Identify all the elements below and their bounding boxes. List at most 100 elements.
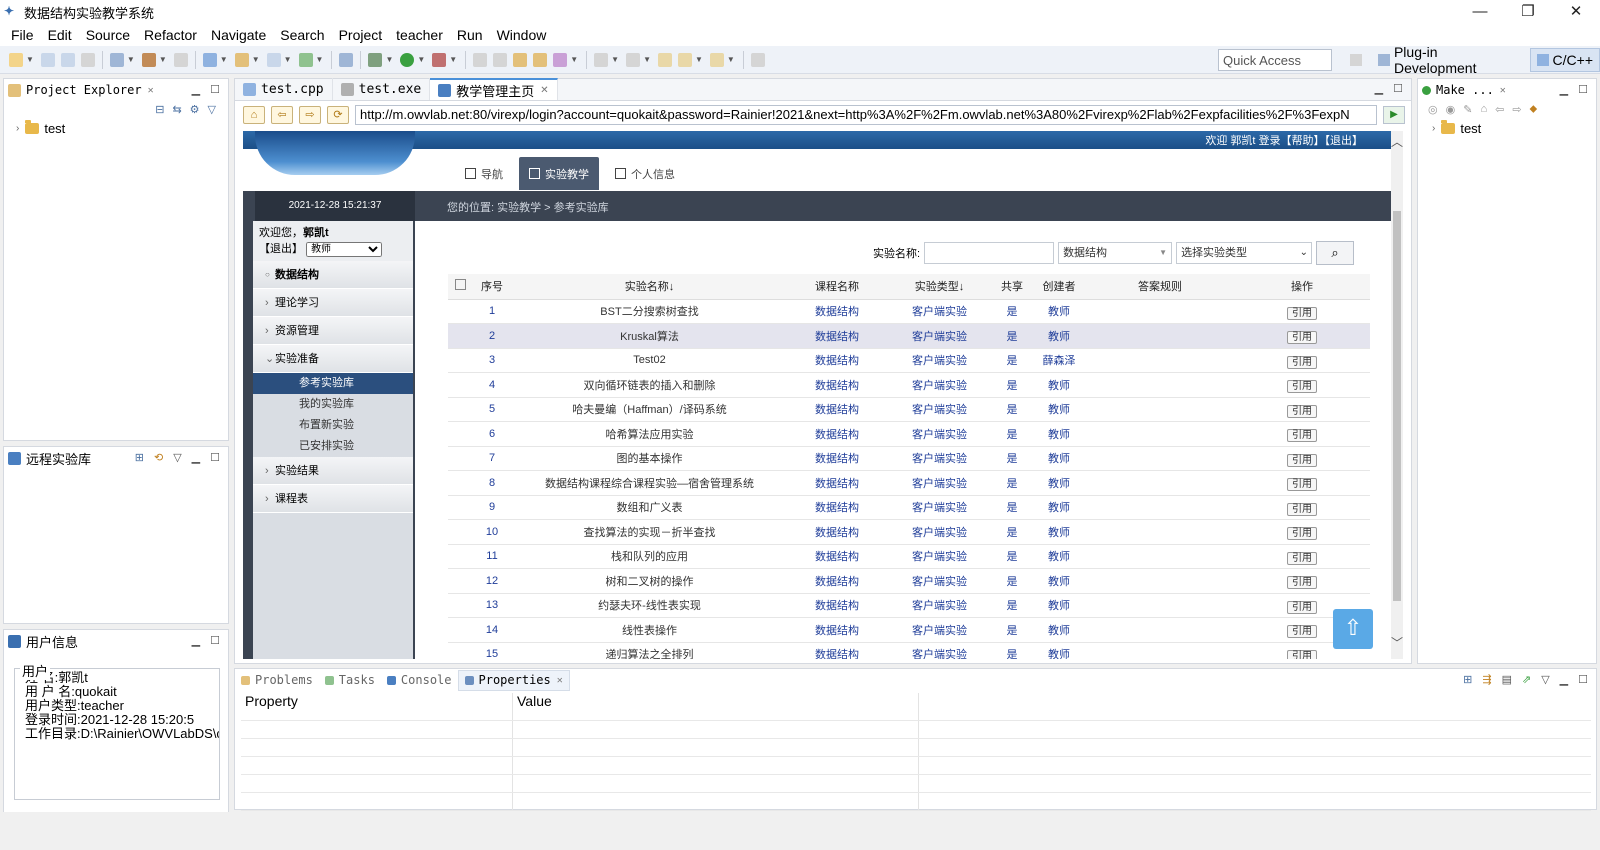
- minimize-icon[interactable]: ▁: [192, 634, 200, 647]
- sidebar-sub-my-lib[interactable]: 我的实验库: [253, 394, 413, 415]
- new-class-icon[interactable]: [202, 52, 217, 67]
- sidebar-item-preparation[interactable]: 实验准备: [253, 345, 413, 373]
- tab-problems[interactable]: Problems: [235, 673, 319, 687]
- row-name[interactable]: BST二分搜索树查找: [512, 299, 787, 324]
- minimize-icon[interactable]: ▁: [1560, 83, 1568, 96]
- sync-icon[interactable]: ⟲: [154, 451, 163, 464]
- col-type[interactable]: 实验类型↓: [887, 274, 992, 300]
- cite-button[interactable]: 引用: [1287, 527, 1317, 541]
- user-info-tab[interactable]: 用户信息: [8, 632, 84, 651]
- menu-source[interactable]: Source: [79, 27, 137, 43]
- tab-console[interactable]: Console: [381, 673, 458, 687]
- table-row[interactable]: 8 数据结构课程综合课程实验—宿舍管理系统 数据结构 客户端实验是教师 引用: [448, 470, 1370, 496]
- edit-target-icon[interactable]: ◉: [1446, 103, 1456, 116]
- row-name[interactable]: Kruskal算法: [512, 323, 787, 349]
- row-name[interactable]: Test02: [512, 348, 787, 373]
- sidebar-sub-scheduled[interactable]: 已安排实验: [253, 436, 413, 457]
- build-icon[interactable]: [109, 52, 124, 67]
- row-name[interactable]: 图的基本操作: [512, 446, 787, 471]
- back-arrow-icon[interactable]: ⇦: [271, 106, 293, 124]
- nav-home[interactable]: 导航: [455, 157, 513, 190]
- back-icon[interactable]: ⇦: [1495, 103, 1504, 116]
- row-name[interactable]: 查找算法的实现－折半查找: [512, 519, 787, 545]
- toggle-icon[interactable]: [473, 52, 488, 67]
- save-icon[interactable]: [40, 52, 55, 67]
- col-index[interactable]: 序号: [472, 274, 512, 300]
- tree-item-test[interactable]: › test: [16, 120, 65, 136]
- cite-button[interactable]: 引用: [1287, 502, 1317, 516]
- view-menu-icon[interactable]: ▽: [208, 103, 216, 116]
- add-icon[interactable]: ⊞: [135, 451, 144, 464]
- home-icon[interactable]: ⌂: [1480, 103, 1487, 116]
- new-icon[interactable]: [9, 52, 23, 67]
- type-select[interactable]: 选择实验类型 ⌄: [1176, 242, 1313, 264]
- experiment-name-input[interactable]: [924, 242, 1055, 264]
- view-menu-icon[interactable]: ⬥: [1530, 103, 1538, 116]
- row-name[interactable]: 数组和广义表: [512, 495, 787, 520]
- cite-button[interactable]: 引用: [1287, 404, 1317, 418]
- perspective-plugin-development[interactable]: Plug-in Development: [1372, 44, 1530, 76]
- quick-access-input[interactable]: Quick Access: [1218, 49, 1332, 71]
- pin-icon[interactable]: [750, 52, 765, 67]
- go-icon[interactable]: ▶: [1383, 106, 1405, 124]
- open-perspective-button[interactable]: [1344, 48, 1372, 72]
- cite-button[interactable]: 引用: [1287, 453, 1317, 467]
- menu-refactor[interactable]: Refactor: [137, 27, 204, 43]
- file-icon[interactable]: [266, 52, 281, 67]
- run-icon[interactable]: [400, 52, 415, 67]
- hammer-icon[interactable]: [141, 52, 156, 67]
- maximize-icon[interactable]: ☐: [210, 451, 220, 464]
- scroll-up-icon[interactable]: ︿: [1391, 133, 1403, 150]
- back-to-top-button[interactable]: ⇧: [1333, 609, 1373, 649]
- home-icon[interactable]: ⌂: [243, 106, 265, 124]
- clipboard-icon[interactable]: [173, 52, 188, 67]
- print-icon[interactable]: [80, 52, 95, 67]
- row-name[interactable]: 双向循环链表的插入和删除: [512, 372, 787, 398]
- table-row[interactable]: 1 BST二分搜索树查找 数据结构 客户端实验是教师 引用: [448, 299, 1370, 324]
- sidebar-sub-reference-lib[interactable]: 参考实验库: [253, 373, 413, 394]
- table-row[interactable]: 2 Kruskal算法 数据结构 客户端实验是教师 引用: [448, 323, 1370, 349]
- cite-button[interactable]: 引用: [1287, 355, 1317, 369]
- close-icon[interactable]: ✕: [1500, 85, 1506, 96]
- cite-button[interactable]: 引用: [1287, 551, 1317, 565]
- categories-icon[interactable]: ⊞: [1463, 673, 1472, 686]
- cite-button[interactable]: 引用: [1287, 576, 1317, 590]
- folder-icon[interactable]: [234, 52, 249, 67]
- row-name[interactable]: 栈和队列的应用: [512, 544, 787, 569]
- menu-file[interactable]: File: [4, 27, 41, 43]
- minimize-icon[interactable]: ▁: [192, 83, 200, 96]
- cite-button[interactable]: 引用: [1287, 478, 1317, 492]
- menu-run[interactable]: Run: [450, 27, 490, 43]
- minimize-icon[interactable]: ▁: [1560, 673, 1568, 686]
- cite-button[interactable]: 引用: [1287, 625, 1317, 639]
- course-select[interactable]: 数据结构 ▼: [1058, 242, 1173, 264]
- new-target-icon[interactable]: ◎: [1428, 103, 1438, 116]
- filter-icon[interactable]: ⚙: [190, 103, 200, 116]
- table-row[interactable]: 9 数组和广义表 数据结构 客户端实验是教师 引用: [448, 495, 1370, 520]
- refresh-icon[interactable]: [298, 52, 313, 67]
- nav-experiment-teaching[interactable]: 实验教学: [519, 157, 599, 190]
- table-row[interactable]: 12 树和二叉树的操作 数据结构 客户端实验是教师 引用: [448, 568, 1370, 594]
- tab-tasks[interactable]: Tasks: [319, 673, 381, 687]
- table-row[interactable]: 10 查找算法的实现－折半查找 数据结构 客户端实验是教师 引用: [448, 519, 1370, 545]
- url-input[interactable]: http://m.owvlab.net:80/virexp/login?acco…: [355, 105, 1377, 125]
- minimize-button[interactable]: —: [1456, 0, 1504, 24]
- maximize-icon[interactable]: ☐: [210, 83, 220, 96]
- row-name[interactable]: 线性表操作: [512, 617, 787, 643]
- pen-icon[interactable]: [553, 52, 568, 67]
- table-row[interactable]: 14 线性表操作 数据结构 客户端实验是教师 引用: [448, 617, 1370, 643]
- tab-properties[interactable]: Properties ✕: [457, 669, 570, 691]
- make-tab[interactable]: Make ... ✕: [1422, 83, 1512, 97]
- mark-icon[interactable]: [493, 52, 508, 67]
- row-name[interactable]: 哈希算法应用实验: [512, 421, 787, 447]
- external-tools-icon[interactable]: [432, 52, 447, 67]
- col-name[interactable]: 实验名称↓: [512, 274, 787, 300]
- forward-icon[interactable]: ⇨: [1512, 103, 1521, 116]
- close-icon[interactable]: ✕: [557, 675, 563, 686]
- link-editor-icon[interactable]: ⇆: [172, 103, 181, 116]
- restore-default-icon[interactable]: ▤: [1502, 673, 1512, 686]
- scroll-thumb[interactable]: [1393, 211, 1401, 601]
- maximize-icon[interactable]: ☐: [1393, 82, 1403, 95]
- restore-button[interactable]: ❐: [1504, 0, 1552, 24]
- chevron-right-icon[interactable]: ›: [16, 123, 19, 134]
